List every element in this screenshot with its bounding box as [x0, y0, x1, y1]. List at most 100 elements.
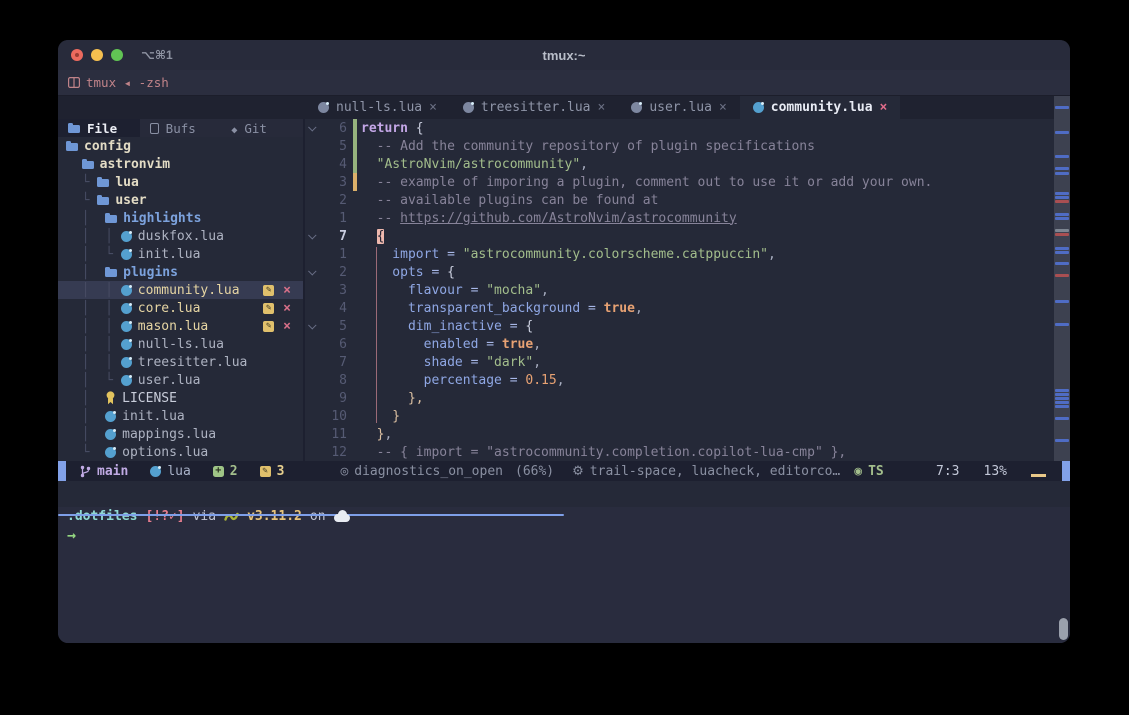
tree-item-lua[interactable]: └ lua — [58, 173, 303, 191]
indent-guides: │ │ — [66, 301, 121, 316]
tree-item-highlights[interactable]: │ highlights — [58, 209, 303, 227]
tree-item-init.lua[interactable]: │ └ init.lua — [58, 245, 303, 263]
code-token: -- available plugins can be found at — [361, 193, 658, 208]
scrollbar-mark — [1055, 389, 1069, 392]
indent-guides: │ │ — [66, 319, 121, 334]
modified-badge: ✎ — [263, 285, 274, 296]
tree-item-treesitter.lua[interactable]: │ │ treesitter.lua — [58, 353, 303, 371]
code-token: , — [541, 283, 549, 298]
tree-item-config[interactable]: config — [58, 137, 303, 155]
code-text: }, — [361, 427, 392, 442]
code-text: } — [361, 409, 400, 424]
code-text: dim_inactive = { — [361, 319, 533, 334]
code-text: { — [361, 229, 384, 244]
tree-item-label: init.lua — [138, 247, 201, 262]
close-icon[interactable]: × — [429, 100, 437, 115]
code-text: -- example of imporing a plugin, comment… — [361, 175, 932, 190]
code-text: -- { import = "astrocommunity.completion… — [361, 445, 846, 460]
macos-scrollbar-thumb[interactable] — [1059, 618, 1068, 640]
close-icon[interactable]: × — [719, 100, 727, 115]
nvim-pane: null-ls.lua×treesitter.lua×user.lua×comm… — [58, 96, 1070, 481]
code-line: 7 shade = "dark", — [305, 353, 1070, 371]
tree-item-astronvim[interactable]: astronvim — [58, 155, 303, 173]
code-token: { — [525, 319, 533, 334]
nvim-tabline: null-ls.lua×treesitter.lua×user.lua×comm… — [58, 96, 1070, 119]
tree-item-options.lua[interactable]: └ options.lua — [58, 443, 303, 461]
scrollbar-mark — [1055, 196, 1069, 199]
close-icon[interactable]: × — [880, 100, 888, 115]
folder-icon — [105, 269, 117, 277]
modified-badge: ✎ — [263, 303, 274, 314]
tree-item-plugins[interactable]: │ plugins — [58, 263, 303, 281]
buffer-tab-label: user.lua — [649, 100, 712, 115]
tree-item-mappings.lua[interactable]: │ mappings.lua — [58, 425, 303, 443]
iterm-tab[interactable]: tmux ◂ -zsh — [68, 75, 169, 90]
code-text: -- https://github.com/AstroNvim/astrocom… — [361, 211, 737, 226]
line-number: 2 — [321, 265, 353, 280]
prompt-segment: via — [193, 509, 216, 524]
scrollbar-mark — [1055, 167, 1069, 170]
close-icon[interactable]: × — [598, 100, 606, 115]
tree-item-null-ls.lua[interactable]: │ │ null-ls.lua — [58, 335, 303, 353]
code-token: import — [361, 247, 439, 262]
shell-pane[interactable]: .dotfiles[!?✓]viav3.11.2on → — [58, 507, 1070, 643]
tree-item-user.lua[interactable]: │ └ user.lua — [58, 371, 303, 389]
buffer-tab-community.lua[interactable]: community.lua× — [740, 96, 901, 119]
code-text: "AstroNvim/astrocommunity", — [361, 157, 588, 172]
diamond-icon — [231, 121, 237, 136]
fold-chevron-icon[interactable] — [308, 321, 316, 329]
tree-item-user[interactable]: └ user — [58, 191, 303, 209]
tree-item-core.lua[interactable]: │ │ core.lua✎× — [58, 299, 303, 317]
lua-icon — [105, 429, 116, 440]
code-token: -- { import = "astrocommunity.completion… — [361, 445, 846, 460]
fold-chevron-icon[interactable] — [308, 123, 316, 131]
lua-icon — [121, 357, 132, 368]
scrollbar-mark — [1055, 155, 1069, 158]
buffer-tab-null-ls.lua[interactable]: null-ls.lua× — [305, 96, 450, 119]
tree-item-community.lua[interactable]: │ │ community.lua✎× — [58, 281, 303, 299]
segment-text: main — [97, 464, 128, 479]
tree-item-init.lua[interactable]: │ init.lua — [58, 407, 303, 425]
indent-guides — [66, 157, 82, 172]
git-sign — [353, 263, 357, 281]
code-token: -- Add the community repository of plugi… — [361, 139, 815, 154]
code-token: = — [502, 373, 525, 388]
tree-item-mason.lua[interactable]: │ │ mason.lua✎× — [58, 317, 303, 335]
line-number: 4 — [321, 157, 353, 172]
folder-icon — [66, 143, 78, 151]
tree-item-LICENSE[interactable]: │ LICENSE — [58, 389, 303, 407]
segment-diagnostics: diagnostics_on_open — [340, 464, 503, 479]
cursor-block: { — [377, 229, 385, 244]
fold-chevron-icon[interactable] — [308, 231, 316, 239]
git-sign — [353, 299, 357, 317]
code-line: 1 -- https://github.com/AstroNvim/astroc… — [305, 209, 1070, 227]
buffer-tab-treesitter.lua[interactable]: treesitter.lua× — [450, 96, 618, 119]
fold-column — [305, 233, 321, 239]
scrollbar-mark — [1055, 131, 1069, 134]
line-number: 5 — [321, 319, 353, 334]
git-sign — [353, 353, 357, 371]
editor-scrollbar[interactable] — [1054, 96, 1070, 461]
editor-buffer[interactable]: 6return {5 -- Add the community reposito… — [305, 119, 1070, 461]
fold-chevron-icon[interactable] — [308, 267, 316, 275]
buffer-tab-user.lua[interactable]: user.lua × — [618, 96, 739, 119]
close-window-button[interactable] — [71, 49, 83, 61]
zoom-window-button[interactable] — [111, 49, 123, 61]
git-sign — [353, 173, 357, 191]
minimize-window-button[interactable] — [91, 49, 103, 61]
code-line: 3 -- example of imporing a plugin, comme… — [305, 173, 1070, 191]
traffic-lights — [71, 49, 123, 61]
sidebar-tab-bufs[interactable]: Bufs — [140, 119, 222, 137]
tree-item-duskfox.lua[interactable]: │ │ duskfox.lua — [58, 227, 303, 245]
neotree-source-tabs: FileBufsGit — [58, 119, 303, 137]
sidebar-tab-file[interactable]: File — [58, 119, 140, 137]
code-token: opts — [361, 265, 424, 280]
indent-guides: │ — [66, 427, 105, 442]
lua-icon — [121, 231, 132, 242]
scrollbar-mark — [1055, 393, 1069, 396]
sidebar-tab-git[interactable]: Git — [221, 119, 303, 137]
scrollbar-mark — [1055, 106, 1069, 109]
lua-icon — [753, 102, 764, 113]
code-token: transparent_background — [361, 301, 580, 316]
line-number: 6 — [321, 337, 353, 352]
